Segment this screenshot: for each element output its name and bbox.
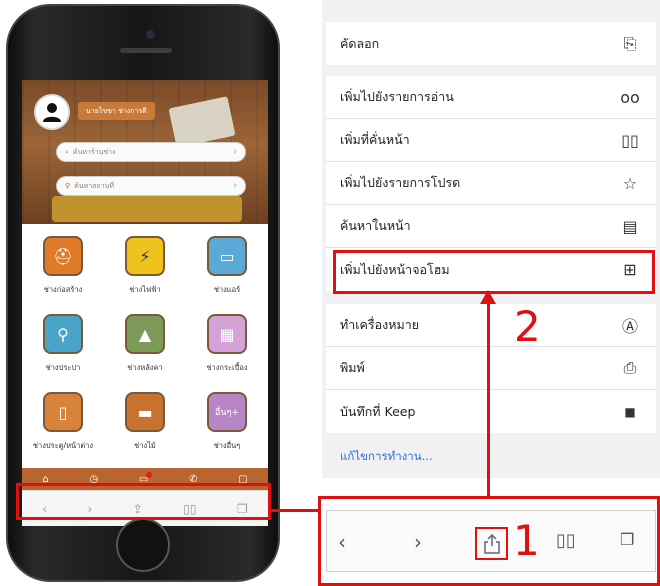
notification-badge [146, 471, 153, 478]
helmet-icon: ⛑ [43, 236, 83, 276]
menu-item-label: พิมพ์ [340, 360, 365, 375]
category-label: ช่างหลังคา [127, 363, 163, 372]
tile-icon: ▦ [207, 314, 247, 354]
star-icon: ☆ [622, 173, 638, 193]
menu-item-label: เพิ่มไปยังรายการโปรด [340, 175, 461, 190]
chevron-right-icon: › [233, 147, 237, 157]
more-icon: อื่นๆ+ [207, 392, 247, 432]
menu-item-label: ทำเครื่องหมาย [340, 317, 420, 332]
menu-item-print[interactable]: พิมพ์ ⎙ [326, 347, 656, 390]
category-label: ช่างอื่นๆ [213, 441, 241, 450]
menu-item-find-in-page[interactable]: ค้นหาในหน้า ▤ [326, 205, 656, 248]
search-location-input[interactable]: ⚲ ค้นหาสถานที่ › [56, 176, 246, 196]
step-number-2: 2 [514, 302, 541, 351]
home-button[interactable] [116, 518, 170, 572]
back-icon[interactable]: ‹ [338, 530, 346, 554]
highlight-toolbar-box [16, 483, 271, 520]
location-pin-icon: ⚲ [65, 182, 71, 190]
faucet-icon: ⚲ [43, 314, 83, 354]
printer-icon: ⎙ [623, 358, 637, 377]
hero-banner: นายไขขา ช่างการดี ⌕ ค้นหาร้านช่าง › ⚲ ค้… [22, 80, 268, 224]
category-label: ช่างไม้ [134, 441, 156, 450]
category-label: ช่างกระเบื้อง [206, 363, 248, 372]
menu-item-label: เพิ่มไปยังรายการอ่าน [340, 89, 454, 104]
highlight-add-to-home-box [333, 250, 655, 294]
avatar[interactable] [34, 94, 70, 130]
book-icon: ▯▯ [621, 130, 639, 150]
roof-icon: ▲ [125, 314, 165, 354]
menu-item-label: บันทึกที่ Keep [340, 403, 416, 419]
search-icon: ⌕ [65, 147, 69, 156]
forward-icon[interactable]: › [414, 530, 422, 554]
menu-group-actions: ทำเครื่องหมาย Ⓐ พิมพ์ ⎙ บันทึกที่ Keep ■ [326, 304, 656, 433]
menu-item-label: เพิ่มที่คั่นหน้า [340, 132, 410, 147]
category-plumber[interactable]: ⚲ ช่างประปา [22, 314, 104, 386]
earpiece-speaker [120, 48, 172, 53]
bookmark-icon: ■ [624, 404, 636, 419]
category-electrician[interactable]: ⚡ ช่างไฟฟ้า [104, 236, 186, 308]
share-menu: คัดลอก ⎘ เพิ่มไปยังรายการอ่าน oo เพิ่มที… [322, 0, 660, 478]
category-label: ช่างแอร์ [213, 285, 241, 294]
category-others[interactable]: อื่นๆ+ ช่างอื่นๆ [186, 392, 268, 464]
find-in-page-icon: ▤ [622, 216, 638, 236]
air-conditioner-icon: ▭ [207, 236, 247, 276]
menu-item-label: คัดลอก [340, 35, 380, 51]
category-label: ช่างก่อสร้าง [43, 285, 83, 294]
menu-item-save-to-keep[interactable]: บันทึกที่ Keep ■ [326, 390, 656, 433]
category-label: ช่างไฟฟ้า [129, 285, 161, 294]
chevron-right-icon: › [233, 181, 237, 191]
share-button-highlight[interactable] [475, 527, 508, 560]
category-label: ช่างประตู/หน้าต่าง [32, 441, 94, 450]
front-camera [146, 30, 155, 39]
copy-icon: ⎘ [623, 33, 637, 53]
search-shop-placeholder: ค้นหาร้านช่าง [72, 147, 116, 156]
menu-item-label: ค้นหาในหน้า [340, 218, 411, 233]
category-grid: ⛑ ช่างก่อสร้าง ⚡ ช่างไฟฟ้า ▭ ช่างแอร์ ⚲ … [22, 236, 268, 464]
markup-icon: Ⓐ [621, 317, 638, 336]
menu-item-reading-list[interactable]: เพิ่มไปยังรายการอ่าน oo [326, 76, 656, 119]
category-wood[interactable]: ▬ ช่างไม้ [104, 392, 186, 464]
category-construction[interactable]: ⛑ ช่างก่อสร้าง [22, 236, 104, 308]
search-shop-input[interactable]: ⌕ ค้นหาร้านช่าง › [56, 142, 246, 162]
search-location-placeholder: ค้นหาสถานที่ [74, 181, 114, 190]
edit-actions-link[interactable]: แก้ไขการทำงาน... [340, 448, 433, 466]
menu-group-copy: คัดลอก ⎘ [326, 22, 656, 65]
user-name-tag: นายไขขา ช่างการดี [78, 102, 155, 120]
category-door-window[interactable]: ▯ ช่างประตู/หน้าต่าง [22, 392, 104, 464]
door-icon: ▯ [43, 392, 83, 432]
menu-item-copy[interactable]: คัดลอก ⎘ [326, 22, 656, 65]
connector-line [271, 509, 321, 512]
menu-item-markup[interactable]: ทำเครื่องหมาย Ⓐ [326, 304, 656, 347]
menu-item-add-favorites[interactable]: เพิ่มไปยังรายการโปรด ☆ [326, 162, 656, 205]
menu-item-add-bookmark[interactable]: เพิ่มที่คั่นหน้า ▯▯ [326, 119, 656, 162]
arrow-line [487, 300, 490, 496]
share-icon [483, 533, 500, 554]
category-tile[interactable]: ▦ ช่างกระเบื้อง [186, 314, 268, 386]
step-number-1: 1 [513, 516, 540, 565]
bookmarks-icon[interactable]: ▯▯ [556, 530, 576, 551]
category-air-conditioner[interactable]: ▭ ช่างแอร์ [186, 236, 268, 308]
lightning-icon: ⚡ [125, 236, 165, 276]
glasses-icon: oo [620, 87, 640, 107]
category-roof[interactable]: ▲ ช่างหลังคา [104, 314, 186, 386]
tabs-icon[interactable]: ❐ [620, 530, 634, 549]
category-label: ช่างประปา [45, 363, 81, 372]
phone-screen: นายไขขา ช่างการดี ⌕ ค้นหาร้านช่าง › ⚲ ค้… [22, 80, 268, 526]
wood-icon: ▬ [125, 392, 165, 432]
hero-decoration [168, 96, 236, 148]
hero-decoration-tape [52, 196, 242, 222]
user-silhouette-icon [43, 103, 61, 122]
